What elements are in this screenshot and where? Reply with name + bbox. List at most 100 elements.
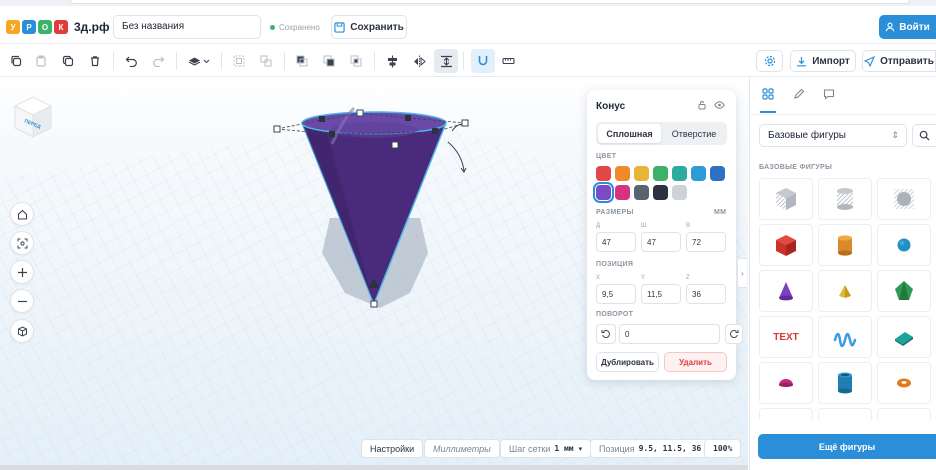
color-swatch[interactable] <box>596 166 611 181</box>
shape-cylinder[interactable] <box>818 224 872 266</box>
zoom-in-button[interactable] <box>10 260 34 284</box>
scale-handle[interactable] <box>273 125 281 133</box>
duplicate-icon[interactable] <box>60 53 76 69</box>
collapse-inspector-tab[interactable]: › <box>737 258 747 288</box>
redo-icon[interactable] <box>150 53 166 69</box>
undo-icon[interactable] <box>123 53 139 69</box>
position-label: ПОЗИЦИЯ <box>596 261 634 268</box>
shape-cone[interactable] <box>759 270 813 312</box>
zoom-readout[interactable]: 100% <box>704 439 742 458</box>
design-title-input[interactable]: Без названия <box>113 15 261 39</box>
mode-solid-button[interactable]: Сплошная <box>598 124 661 143</box>
eye-icon[interactable] <box>714 100 725 113</box>
import-button[interactable]: Импорт <box>790 50 856 72</box>
settings-status-button[interactable]: Настройки <box>361 439 424 458</box>
scale-handle[interactable] <box>356 109 364 117</box>
color-swatch[interactable] <box>615 185 630 200</box>
subtract-icon[interactable] <box>321 53 337 69</box>
union-icon[interactable] <box>294 53 310 69</box>
corner-handle[interactable] <box>319 116 325 122</box>
visibility-dropdown-icon[interactable] <box>187 53 213 69</box>
shape-box-hole[interactable] <box>759 178 813 220</box>
units-button[interactable]: Миллиметры <box>424 439 500 458</box>
color-swatch[interactable] <box>710 166 725 181</box>
toolbar-divider <box>176 52 177 70</box>
y-input[interactable]: 11,5 <box>641 284 681 304</box>
color-swatch[interactable] <box>615 166 630 181</box>
more-shapes-button[interactable]: Ещё фигуры <box>758 434 936 459</box>
shape-category-select[interactable]: Базовые фигуры ⇕ <box>759 124 907 147</box>
color-swatch[interactable] <box>653 185 668 200</box>
home-view-button[interactable] <box>10 202 34 226</box>
color-swatch[interactable] <box>653 166 668 181</box>
perspective-button[interactable] <box>10 319 34 343</box>
settings-button[interactable] <box>756 50 783 72</box>
drop-to-plane-icon[interactable] <box>438 53 454 69</box>
notes-tab[interactable] <box>793 88 805 103</box>
width-input[interactable]: 47 <box>641 232 681 252</box>
shape-scribble[interactable] <box>818 316 872 358</box>
shape-next-row[interactable] <box>877 408 931 422</box>
shape-next-row[interactable] <box>818 408 872 422</box>
magnet-icon[interactable] <box>475 53 491 69</box>
rotate-left-button[interactable] <box>596 324 616 344</box>
shape-half-sphere[interactable] <box>759 362 813 404</box>
shape-search-button[interactable] <box>912 124 936 147</box>
height-input[interactable]: 72 <box>686 232 726 252</box>
align-icon[interactable] <box>384 53 400 69</box>
shape-roof[interactable] <box>877 316 931 358</box>
color-label: ЦВЕТ <box>596 153 617 160</box>
shape-sphere-hole[interactable] <box>877 178 931 220</box>
save-button[interactable]: Сохранить <box>331 15 407 39</box>
shapes-tab[interactable] <box>762 88 774 103</box>
mode-hole-button[interactable]: Отверстие <box>663 124 725 143</box>
shape-text[interactable]: TEXT <box>759 316 813 358</box>
shape-polyhedron[interactable] <box>877 270 931 312</box>
fit-view-button[interactable] <box>10 231 34 255</box>
trash-icon[interactable] <box>87 53 103 69</box>
shape-cylinder-hole[interactable] <box>818 178 872 220</box>
zoom-out-button[interactable] <box>10 289 34 313</box>
intersect-icon[interactable] <box>348 53 364 69</box>
color-swatch[interactable] <box>691 166 706 181</box>
rotation-input[interactable]: 0 <box>619 324 720 344</box>
ungroup-icon[interactable] <box>258 53 274 69</box>
chevron-down-icon: ▾ <box>578 445 583 453</box>
shape-tube[interactable] <box>818 362 872 404</box>
color-swatch[interactable] <box>634 166 649 181</box>
view-cube[interactable]: ПЕРЕД <box>10 94 56 143</box>
delete-button[interactable]: Удалить <box>664 352 727 372</box>
corner-handle[interactable] <box>329 131 335 137</box>
scale-handle[interactable] <box>391 141 399 149</box>
corner-handle[interactable] <box>432 128 438 134</box>
mirror-icon[interactable] <box>411 53 427 69</box>
corner-handle[interactable] <box>405 115 411 121</box>
color-swatch[interactable] <box>634 185 649 200</box>
grid-step-dropdown[interactable]: Шаг сетки 1 мм ▾ <box>500 439 592 458</box>
shape-next-row[interactable] <box>759 408 813 422</box>
ruler-icon[interactable] <box>500 53 516 69</box>
paste-icon[interactable] <box>33 53 49 69</box>
shape-sphere[interactable] <box>877 224 931 266</box>
z-input[interactable]: 36 <box>686 284 726 304</box>
rotate-right-button[interactable] <box>725 324 743 344</box>
send-button[interactable]: Отправить <box>862 50 936 72</box>
duplicate-button[interactable]: Дублировать <box>596 352 659 372</box>
shape-box[interactable] <box>759 224 813 266</box>
comments-tab[interactable] <box>823 88 835 103</box>
color-swatch[interactable] <box>672 185 687 200</box>
color-swatch[interactable] <box>593 182 614 203</box>
tube-icon <box>838 372 852 394</box>
color-swatch[interactable] <box>672 166 687 181</box>
copy-icon[interactable] <box>8 53 24 69</box>
length-input[interactable]: 47 <box>596 232 636 252</box>
scale-handle[interactable] <box>370 300 378 308</box>
group-icon[interactable] <box>231 53 247 69</box>
lock-icon[interactable] <box>697 100 707 113</box>
x-input[interactable]: 9,5 <box>596 284 636 304</box>
login-button[interactable]: Войти <box>879 15 936 39</box>
logo[interactable]: У Р О К 3д.рф <box>6 20 109 34</box>
shape-pyramid[interactable] <box>818 270 872 312</box>
shape-torus[interactable] <box>877 362 931 404</box>
scale-handle[interactable] <box>461 119 469 127</box>
